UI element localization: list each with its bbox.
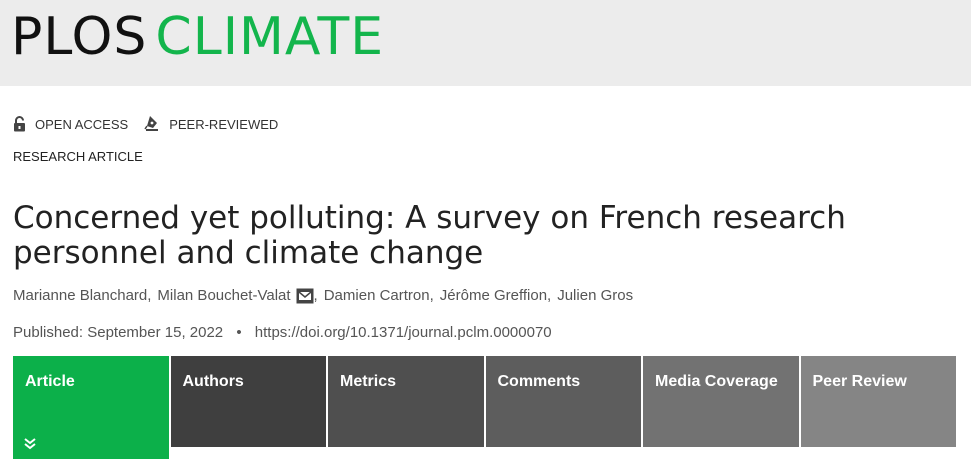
author-separator: , — [313, 287, 318, 304]
tab-label: Media Coverage — [655, 373, 778, 390]
article-tabs: Article Authors Metrics Comments Media C… — [13, 356, 956, 459]
published-date: Published: September 15, 2022 — [13, 324, 224, 341]
open-access-label: OPEN ACCESS — [35, 116, 129, 132]
peer-reviewed-badge[interactable]: PEER-REVIEWED — [144, 115, 278, 133]
author-separator: , — [429, 287, 434, 304]
author-link[interactable]: Marianne Blanchard — [13, 287, 147, 304]
email-icon[interactable] — [296, 288, 314, 304]
publication-info: Published: September 15, 2022 • https://… — [13, 324, 552, 341]
tab-media-coverage[interactable]: Media Coverage — [643, 356, 799, 447]
logo-text-climate: CLIMATE — [155, 7, 385, 67]
doi-link[interactable]: https://doi.org/10.1371/journal.pclm.000… — [255, 324, 552, 341]
pen-nib-icon — [144, 116, 159, 131]
author-separator: , — [147, 287, 152, 304]
author-name: Jérôme Greffion — [439, 287, 548, 304]
author-name: Julien Gros — [557, 287, 634, 304]
open-access-badge[interactable]: OPEN ACCESS — [13, 116, 128, 132]
author-list: Marianne Blanchard , Milan Bouchet-Valat… — [13, 287, 633, 304]
tab-comments[interactable]: Comments — [485, 356, 641, 447]
tab-authors[interactable]: Authors — [170, 356, 326, 447]
author-link[interactable]: Damien Cartron — [324, 287, 430, 304]
article-type-label: RESEARCH ARTICLE — [13, 149, 143, 164]
author-link[interactable]: Milan Bouchet-Valat — [157, 287, 314, 304]
author-link[interactable]: Jérôme Greffion — [440, 287, 547, 304]
tab-label: Article — [25, 373, 75, 390]
bullet-separator: • — [236, 324, 242, 341]
article-title: Concerned yet polluting: A survey on Fre… — [13, 200, 846, 271]
peer-reviewed-label: PEER-REVIEWED — [169, 116, 279, 132]
tab-peer-review[interactable]: Peer Review — [800, 356, 956, 447]
author-name: Marianne Blanchard — [13, 287, 148, 304]
tab-article[interactable]: Article — [13, 356, 169, 459]
logo-text-plos: PLOS — [11, 7, 148, 67]
plos-climate-logo[interactable]: PLOS CLIMATE — [11, 6, 384, 68]
tab-label: Peer Review — [812, 373, 907, 390]
tab-metrics[interactable]: Metrics — [328, 356, 484, 447]
author-separator: , — [547, 287, 552, 304]
tab-label: Comments — [497, 373, 581, 390]
tab-label: Metrics — [340, 373, 397, 390]
double-chevron-down-icon — [24, 438, 36, 450]
site-header: PLOS CLIMATE — [0, 0, 971, 86]
tab-label: Authors — [182, 373, 244, 390]
article-badges: OPEN ACCESS PEER-REVIEWED — [13, 115, 294, 133]
author-link[interactable]: Julien Gros — [557, 287, 633, 304]
author-name: Milan Bouchet-Valat — [157, 287, 291, 304]
author-name: Damien Cartron — [323, 287, 430, 304]
open-lock-icon — [14, 116, 25, 132]
